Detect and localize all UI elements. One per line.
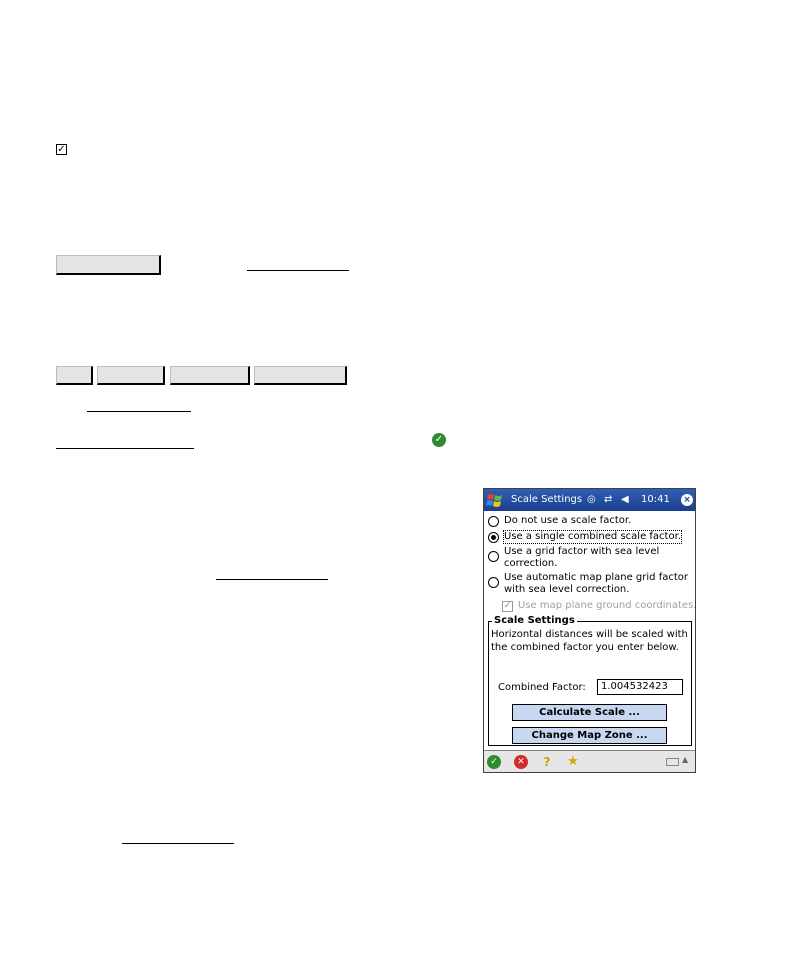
cancel-icon[interactable]: ✕ <box>514 755 528 769</box>
radio-icon[interactable] <box>488 516 499 527</box>
connectivity-icon[interactable]: ⇄ <box>604 494 612 505</box>
windows-start-icon[interactable] <box>486 491 504 509</box>
check-icon: ✓ <box>432 433 446 447</box>
keyboard-icon[interactable] <box>666 758 679 766</box>
help-icon[interactable]: ? <box>540 755 554 769</box>
document-blank-field <box>247 270 349 271</box>
radio-icon[interactable] <box>488 577 499 588</box>
radio-icon[interactable] <box>488 551 499 562</box>
map-plane-checkbox[interactable]: ✓ <box>502 601 513 612</box>
document-button[interactable] <box>56 255 161 275</box>
window-title: Scale Settings <box>511 494 583 505</box>
map-plane-label: Use map plane ground coordinates. <box>518 600 696 611</box>
document-blank-field <box>56 448 194 449</box>
clock[interactable]: 10:41 <box>641 494 670 505</box>
scale-settings-group: Scale Settings Horizontal distances will… <box>488 615 692 746</box>
group-title: Scale Settings <box>492 615 577 626</box>
document-tab-2[interactable] <box>97 366 165 385</box>
title-bar: Scale Settings ◎ ⇄ ◀ 10:41 × <box>484 489 695 511</box>
combined-factor-input[interactable]: 1.004532423 <box>597 679 683 695</box>
group-description: Horizontal distances will be scaled with… <box>491 629 688 653</box>
document-checkbox[interactable]: ✓ <box>56 144 67 155</box>
chevron-up-icon[interactable]: ▲ <box>682 755 688 764</box>
change-map-zone-button[interactable]: Change Map Zone ... <box>512 727 667 744</box>
ok-icon[interactable]: ✓ <box>487 755 501 769</box>
bottom-toolbar: ✓ ✕ ? ★ ▲ <box>484 750 695 772</box>
document-tab-1[interactable] <box>56 366 93 385</box>
document-blank-field <box>122 843 234 844</box>
sync-icon[interactable]: ◎ <box>587 494 596 505</box>
pda-screenshot: Scale Settings ◎ ⇄ ◀ 10:41 × Do not use … <box>483 488 696 773</box>
favorite-icon[interactable]: ★ <box>566 755 580 769</box>
calculate-scale-button[interactable]: Calculate Scale ... <box>512 704 667 721</box>
document-tab-3[interactable] <box>170 366 250 385</box>
close-icon[interactable]: × <box>681 494 693 506</box>
combined-factor-label: Combined Factor: <box>498 682 586 693</box>
radio-selected-icon[interactable] <box>488 532 499 543</box>
document-blank-field <box>216 579 328 580</box>
document-blank-field <box>87 411 191 412</box>
document-tab-4[interactable] <box>254 366 347 385</box>
volume-icon[interactable]: ◀ <box>621 494 629 505</box>
